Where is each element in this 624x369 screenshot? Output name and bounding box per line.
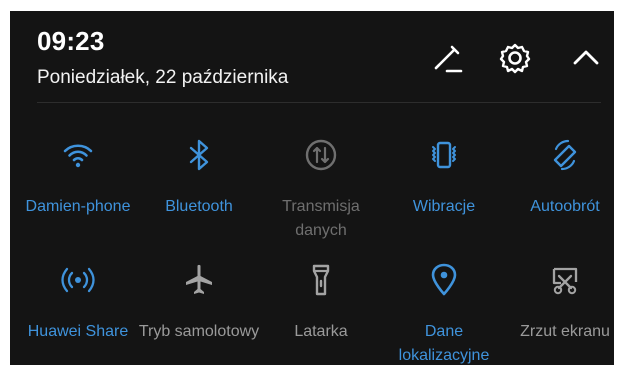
vibration-icon <box>423 134 465 176</box>
tile-airplane-mode-label: Tryb samolotowy <box>138 323 260 340</box>
bluetooth-icon <box>178 134 220 176</box>
collapse-button[interactable] <box>567 39 605 77</box>
quick-tiles-grid: Damien-phone Bluetooth Transmisja danych <box>10 134 614 364</box>
tile-huawei-share-label: Huawei Share <box>27 323 129 340</box>
tile-bluetooth-label: Bluetooth <box>165 198 233 215</box>
wifi-icon <box>57 134 99 176</box>
gear-icon <box>499 43 531 74</box>
tile-location[interactable]: Dane lokalizacyjne <box>382 259 506 365</box>
clock-date: Poniedziałek, 22 października <box>37 67 289 88</box>
mobile-data-icon <box>300 134 342 176</box>
auto-rotate-icon <box>544 134 586 176</box>
tile-vibration[interactable]: Wibracje <box>382 134 506 250</box>
airplane-icon <box>178 259 220 301</box>
tile-auto-rotate-label: Autoobrót <box>530 198 600 215</box>
settings-button[interactable] <box>496 39 534 77</box>
location-icon <box>423 259 465 301</box>
tile-flashlight[interactable]: Latarka <box>259 259 383 365</box>
tile-mobile-data-label: Transmisja danych <box>282 198 360 239</box>
flashlight-icon <box>300 259 342 301</box>
pencil-icon <box>434 45 463 73</box>
tile-screenshot[interactable]: Zrzut ekranu <box>503 259 614 365</box>
screenshot-icon <box>544 259 586 301</box>
clock-time: 09:23 <box>37 26 105 56</box>
header-divider <box>37 102 601 103</box>
tile-wifi[interactable]: Damien-phone <box>16 134 140 250</box>
tile-location-label: Dane lokalizacyjne <box>398 323 490 364</box>
edit-button[interactable] <box>428 39 466 77</box>
tile-screenshot-label: Zrzut ekranu <box>520 323 610 340</box>
quick-settings-panel: 09:23 Poniedziałek, 22 października Dami… <box>10 11 614 365</box>
chevron-up-icon <box>573 50 599 65</box>
huawei-share-icon <box>57 259 99 301</box>
tile-wifi-label: Damien-phone <box>25 198 131 215</box>
tile-vibration-label: Wibracje <box>412 198 476 215</box>
tile-huawei-share[interactable]: Huawei Share <box>16 259 140 365</box>
tile-airplane-mode[interactable]: Tryb samolotowy <box>137 259 261 365</box>
tile-mobile-data[interactable]: Transmisja danych <box>259 134 383 250</box>
tile-auto-rotate[interactable]: Autoobrót <box>503 134 614 250</box>
tile-flashlight-label: Latarka <box>294 323 348 340</box>
tile-bluetooth[interactable]: Bluetooth <box>137 134 261 250</box>
